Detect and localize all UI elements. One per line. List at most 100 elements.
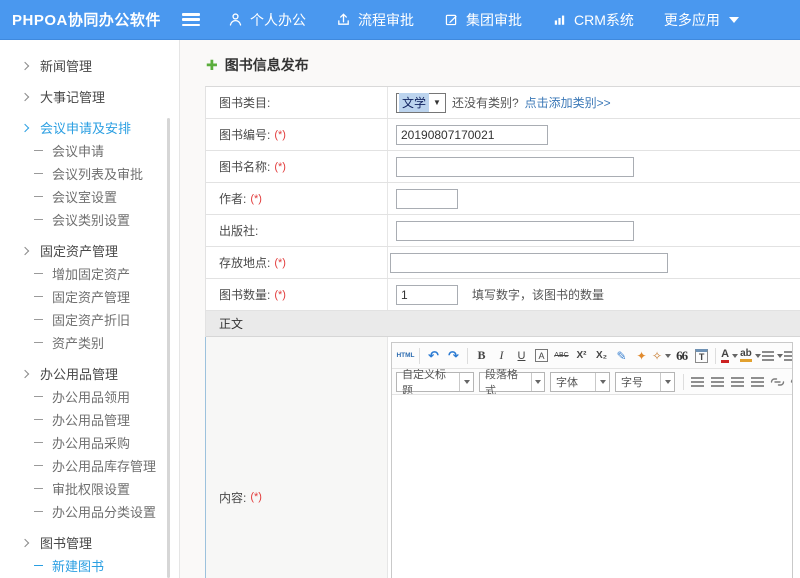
required-mark: (*) bbox=[250, 193, 262, 205]
superscript-icon[interactable]: X² bbox=[572, 346, 591, 365]
font-color-icon: A bbox=[721, 349, 729, 363]
chevron-right-icon bbox=[21, 538, 29, 546]
form-row-content: 内容: (*) HTML ↶ ↷ B I U A ABC bbox=[205, 337, 800, 578]
sidebar-item-asset-manage[interactable]: 固定资产管理 bbox=[0, 285, 179, 308]
paste-text-button[interactable]: T bbox=[692, 346, 711, 365]
nav-crm-system[interactable]: CRM系统 bbox=[552, 10, 634, 30]
highlight-color-button[interactable]: ab bbox=[740, 346, 761, 365]
clear-format-icon[interactable]: ✦ bbox=[632, 346, 651, 365]
sidebar-item-add-asset[interactable]: 增加固定资产 bbox=[0, 262, 179, 285]
menu-toggle-icon[interactable] bbox=[182, 13, 200, 26]
top-nav: 个人办公 流程审批 集团审批 CRM系统 更多应用 bbox=[228, 10, 769, 30]
form-row-location: 存放地点:(*) bbox=[206, 247, 800, 279]
add-icon: ✚ bbox=[206, 58, 218, 72]
book-no-input[interactable] bbox=[396, 125, 548, 145]
sidebar-group-fixed-assets[interactable]: 固定资产管理 bbox=[0, 239, 179, 262]
sidebar-item-meeting-category[interactable]: 会议类别设置 bbox=[0, 208, 179, 231]
top-header: PHPOA协同办公软件 个人办公 流程审批 集团审批 CRM系统 更多应用 bbox=[0, 0, 800, 40]
sidebar-item-meeting-list[interactable]: 会议列表及审批 bbox=[0, 162, 179, 185]
align-center-button[interactable] bbox=[708, 372, 727, 391]
dash-icon bbox=[34, 442, 43, 444]
editor-toolbar-row2: 自定义标题 段落格式 字体 字号 bbox=[392, 369, 792, 395]
editor-content-area[interactable] bbox=[392, 395, 792, 578]
user-icon bbox=[228, 12, 243, 27]
highlight-color-icon: ab bbox=[740, 349, 752, 362]
sidebar-group-milestones[interactable]: 大事记管理 bbox=[0, 85, 179, 108]
quantity-input[interactable] bbox=[396, 285, 458, 305]
nav-workflow-approval[interactable]: 流程审批 bbox=[336, 10, 414, 30]
bold-icon[interactable]: B bbox=[472, 346, 491, 365]
sidebar-item-supplies-category[interactable]: 办公用品分类设置 bbox=[0, 500, 179, 523]
ordered-list-button[interactable] bbox=[762, 346, 783, 365]
dash-icon bbox=[34, 273, 43, 275]
sidebar-item-supplies-purchase[interactable]: 办公用品采购 bbox=[0, 431, 179, 454]
unlink-button[interactable] bbox=[788, 372, 792, 391]
required-mark: (*) bbox=[250, 491, 262, 503]
category-select[interactable]: 文学 ▼ bbox=[396, 93, 446, 113]
sidebar-item-supplies-manage[interactable]: 办公用品管理 bbox=[0, 408, 179, 431]
sidebar-item-meeting-apply[interactable]: 会议申请 bbox=[0, 139, 179, 162]
blockquote-icon[interactable]: 66 bbox=[672, 346, 691, 365]
subscript-icon[interactable]: X₂ bbox=[592, 346, 611, 365]
redo-icon[interactable]: ↷ bbox=[444, 346, 463, 365]
justify-button[interactable] bbox=[748, 372, 767, 391]
strikethrough-icon[interactable]: ABC bbox=[552, 346, 571, 365]
format-painter-button[interactable]: ✧ bbox=[652, 346, 671, 365]
required-mark: (*) bbox=[274, 161, 286, 173]
format-painter-icon: ✧ bbox=[652, 349, 662, 363]
font-size-select[interactable]: 字号 bbox=[615, 372, 675, 392]
sidebar-item-asset-depreciation[interactable]: 固定资产折旧 bbox=[0, 308, 179, 331]
nav-personal-office[interactable]: 个人办公 bbox=[228, 10, 306, 30]
font-color-button[interactable]: A bbox=[720, 346, 739, 365]
dash-icon bbox=[34, 396, 43, 398]
link-button[interactable] bbox=[768, 372, 787, 391]
sidebar-group-meeting[interactable]: 会议申请及安排 bbox=[0, 116, 179, 139]
align-center-icon bbox=[711, 377, 724, 387]
form-row-book-name: 图书名称:(*) bbox=[206, 151, 800, 183]
html-source-button[interactable]: HTML bbox=[396, 346, 415, 365]
custom-title-select[interactable]: 自定义标题 bbox=[396, 372, 474, 392]
select-caret-icon: ▼ bbox=[429, 98, 445, 107]
required-mark: (*) bbox=[274, 289, 286, 301]
sidebar-item-supplies-inventory[interactable]: 办公用品库存管理 bbox=[0, 454, 179, 477]
location-input[interactable] bbox=[390, 253, 668, 273]
italic-icon[interactable]: I bbox=[492, 346, 511, 365]
sidebar-item-supplies-claim[interactable]: 办公用品领用 bbox=[0, 385, 179, 408]
sidebar: 新闻管理 大事记管理 会议申请及安排 会议申请 会议列表及审批 会议室设置 会议… bbox=[0, 40, 180, 578]
sidebar-item-approval-permission[interactable]: 审批权限设置 bbox=[0, 477, 179, 500]
sidebar-group-news[interactable]: 新闻管理 bbox=[0, 54, 179, 77]
paragraph-format-select[interactable]: 段落格式 bbox=[479, 372, 545, 392]
page-title: 图书信息发布 bbox=[225, 55, 309, 75]
required-mark: (*) bbox=[274, 129, 286, 141]
unordered-list-button[interactable] bbox=[784, 346, 792, 365]
undo-icon[interactable]: ↶ bbox=[424, 346, 443, 365]
dash-icon bbox=[34, 465, 43, 467]
sidebar-group-office-supplies[interactable]: 办公用品管理 bbox=[0, 362, 179, 385]
add-category-link[interactable]: 点击添加类别>> bbox=[525, 94, 611, 111]
bar-chart-icon bbox=[552, 12, 567, 27]
underline-icon[interactable]: U bbox=[512, 346, 531, 365]
nav-group-approval[interactable]: 集团审批 bbox=[444, 10, 522, 30]
main-content: ✚ 图书信息发布 图书类目: 文学 ▼ 还没有类别? 点击添加类别>> 图书编号… bbox=[180, 40, 800, 578]
book-name-input[interactable] bbox=[396, 157, 634, 177]
rich-text-editor: HTML ↶ ↷ B I U A ABC X² X₂ ✎ ✦ bbox=[391, 342, 793, 578]
sidebar-item-meeting-room[interactable]: 会议室设置 bbox=[0, 185, 179, 208]
form-row-author: 作者:(*) bbox=[206, 183, 800, 215]
link-icon bbox=[770, 377, 785, 387]
align-left-button[interactable] bbox=[688, 372, 707, 391]
form-row-category: 图书类目: 文学 ▼ 还没有类别? 点击添加类别>> bbox=[206, 87, 800, 119]
eraser-icon[interactable]: ✎ bbox=[612, 346, 631, 365]
publisher-input[interactable] bbox=[396, 221, 634, 241]
font-family-select[interactable]: 字体 bbox=[550, 372, 610, 392]
nav-more-apps[interactable]: 更多应用 bbox=[664, 10, 739, 30]
sidebar-item-asset-category[interactable]: 资产类别 bbox=[0, 331, 179, 354]
align-right-button[interactable] bbox=[728, 372, 747, 391]
workflow-icon bbox=[336, 12, 351, 27]
chevron-right-icon bbox=[21, 246, 29, 254]
chevron-right-icon bbox=[21, 92, 29, 100]
sidebar-item-new-book[interactable]: 新建图书 bbox=[0, 554, 179, 577]
sidebar-group-books[interactable]: 图书管理 bbox=[0, 531, 179, 554]
author-input[interactable] bbox=[396, 189, 458, 209]
sidebar-scrollbar[interactable] bbox=[167, 118, 170, 578]
font-border-icon[interactable]: A bbox=[535, 349, 547, 362]
